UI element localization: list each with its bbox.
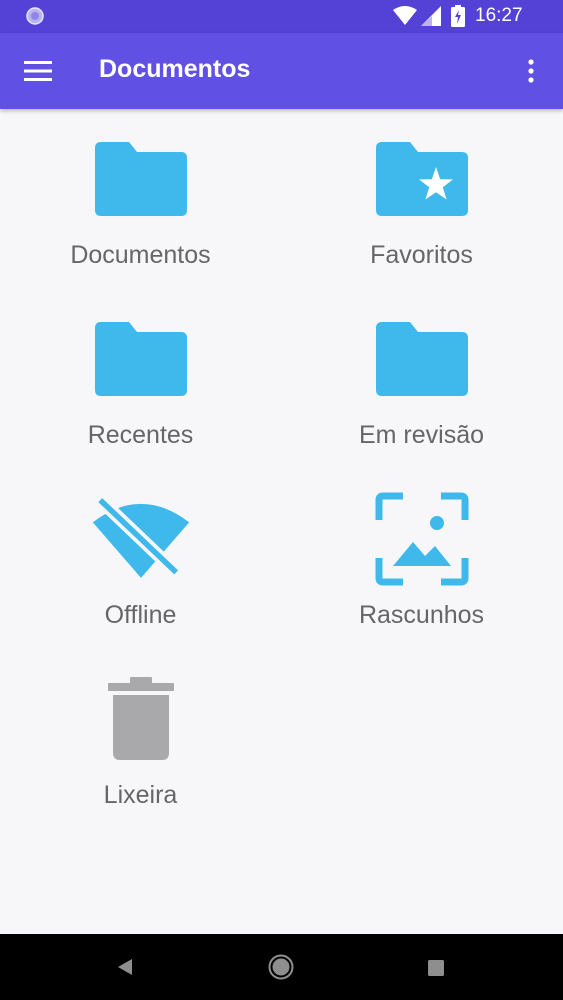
screen: 16:27 Documentos Documentos Favoritos Re… <box>0 0 563 1000</box>
folder-icon <box>94 322 187 396</box>
tile-rascunhos[interactable]: Rascunhos <box>281 469 562 649</box>
battery-charging-icon <box>451 5 465 27</box>
recents-icon[interactable] <box>427 959 445 977</box>
tile-label: Recentes <box>87 421 194 449</box>
folder-icon <box>94 142 187 216</box>
app-bar: Documentos <box>0 33 563 109</box>
tile-favoritos[interactable]: Favoritos <box>281 109 562 289</box>
tile-label: Em revisão <box>358 421 485 449</box>
image-frame-icon <box>375 492 468 586</box>
page-title: Documentos <box>99 55 251 83</box>
overflow-menu-button[interactable] <box>513 53 549 89</box>
tile-recentes[interactable]: Recentes <box>0 289 281 469</box>
notification-icon <box>26 7 44 25</box>
wifi-off-icon <box>91 493 189 579</box>
menu-button[interactable] <box>16 51 60 91</box>
folder-icon <box>375 322 468 396</box>
back-icon[interactable] <box>114 956 136 978</box>
clock: 16:27 <box>475 5 523 26</box>
signal-icon <box>421 6 441 26</box>
tile-documentos[interactable]: Documentos <box>0 109 281 289</box>
wifi-icon <box>393 6 417 25</box>
home-icon[interactable] <box>268 954 294 980</box>
trash-icon <box>107 677 174 760</box>
tile-offline[interactable]: Offline <box>0 469 281 649</box>
tile-em-revisao[interactable]: Em revisão <box>281 289 562 469</box>
status-bar: 16:27 <box>0 0 563 33</box>
tile-label: Rascunhos <box>358 601 485 629</box>
folder-star-icon <box>375 142 468 216</box>
tile-lixeira[interactable]: Lixeira <box>0 649 281 829</box>
status-icons: 16:27 <box>393 0 563 33</box>
menu-icon <box>24 61 52 81</box>
tile-label: Favoritos <box>370 241 473 269</box>
overflow-menu-icon <box>528 59 534 83</box>
tile-label: Offline <box>104 601 177 629</box>
tile-label: Documentos <box>70 241 211 269</box>
navigation-bar <box>0 934 563 1000</box>
tile-label: Lixeira <box>103 781 178 809</box>
